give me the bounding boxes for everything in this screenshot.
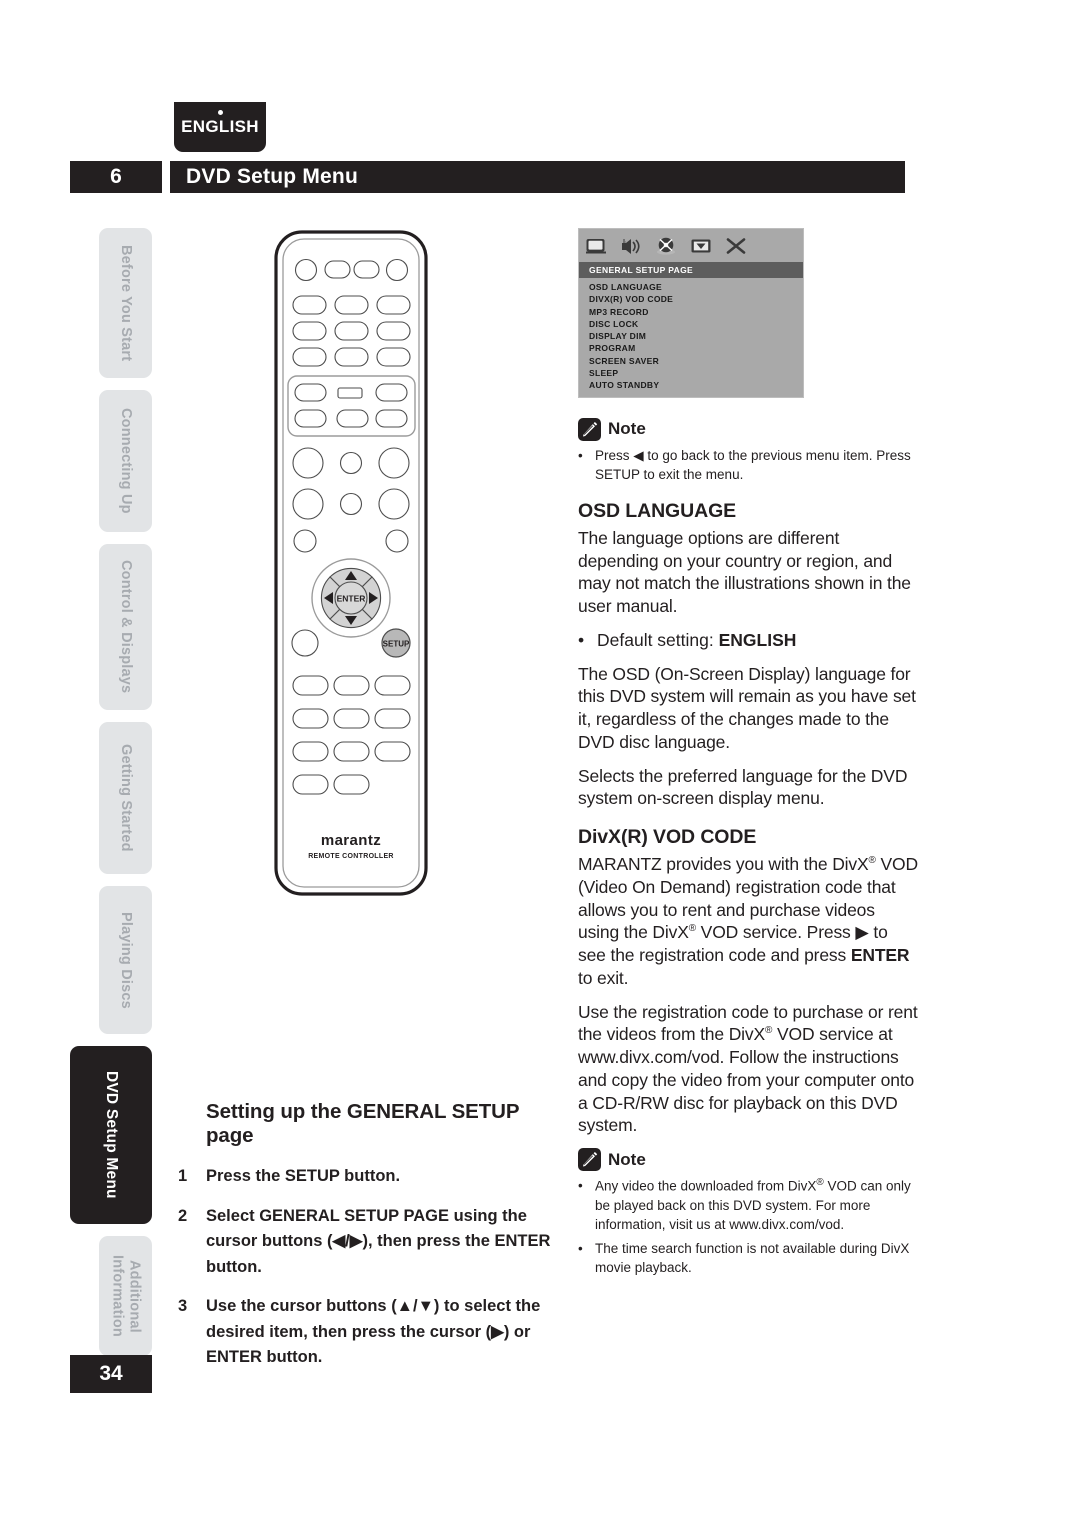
divx-vod-heading: DivX(R) VOD CODE	[578, 826, 757, 849]
note-block-top: Note • Press ◀ to go back to the previou…	[578, 417, 918, 484]
speaker-audio-icon	[620, 236, 642, 256]
osd-menu-item[interactable]: PROGRAM	[589, 342, 803, 354]
setup-section-heading: Setting up the GENERAL SETUP page	[206, 1100, 520, 1147]
chapter-header: 6 DVD Setup Menu	[70, 161, 905, 193]
svg-text:ENTER: ENTER	[337, 594, 366, 604]
osd-menu-list: OSD LANGUAGE DIVX(R) VOD CODE MP3 RECORD DI…	[579, 278, 803, 397]
note-bullet-text: Any video the downloaded from DivX® VOD …	[595, 1176, 918, 1234]
language-tab-dot	[217, 110, 223, 115]
setup-step-text: Select GENERAL SETUP PAGE using the curs…	[206, 1206, 551, 1276]
sidebar-item-label: Connecting Up	[118, 408, 135, 514]
preferences-icon	[690, 236, 712, 256]
osd-menu-item[interactable]: SCREEN SAVER	[589, 355, 803, 367]
remote-subtitle-label: REMOTE CONTROLLER	[308, 853, 394, 860]
registered-mark: ®	[688, 923, 696, 935]
bullet-dot: •	[578, 447, 583, 463]
note-block-bottom: Note • Any video the downloaded from Div…	[578, 1148, 918, 1277]
setup-step-number: 1	[178, 1167, 188, 1185]
sidebar-item-label: Additional Information	[109, 1255, 143, 1337]
osd-menu-item[interactable]: DISPLAY DIM	[589, 330, 803, 342]
osd-language-heading: OSD LANGUAGE	[578, 499, 737, 522]
default-setting-label: Default setting:	[597, 629, 714, 650]
divx-vod-paragraph-1: MARANTZ provides you with the DivX® VOD …	[578, 853, 918, 990]
note-bullet: • The time search function is not availa…	[578, 1239, 918, 1277]
osd-menu-item[interactable]: DISC LOCK	[589, 318, 803, 330]
language-tab-label: ENGLISH	[181, 117, 259, 136]
osd-language-paragraph-2: The OSD (On-Screen Display) language for…	[578, 663, 916, 752]
page-number: 34	[70, 1355, 152, 1393]
setup-step: 1 Press the SETUP button.	[178, 1164, 558, 1190]
right-column: GENERAL SETUP PAGE OSD LANGUAGE DIVX(R) V…	[578, 228, 918, 1294]
side-index-tabs: Before You Start Connecting Up Control & D…	[70, 228, 152, 1356]
setup-step: 3 Use the cursor buttons (▲/▼) to select …	[178, 1294, 558, 1371]
note-bullet-text: Press ◀ to go back to the previous menu …	[595, 447, 911, 482]
remote-control-illustration: ENTER SETUP marantz REMOTE CONTROLLER	[272, 228, 432, 898]
note-b1-a: Any video the downloaded from DivX	[595, 1178, 817, 1194]
sidebar-item-label: Before You Start	[118, 244, 135, 362]
osd-language-default-text: Default setting: ENGLISH	[597, 629, 796, 652]
remote-brand-label: marantz	[321, 832, 381, 849]
left-column: Setting up the GENERAL SETUP page 1 Press…	[178, 1100, 558, 1385]
divx-p1-enter: ENTER	[850, 945, 910, 966]
registered-mark: ®	[868, 855, 876, 867]
default-setting-value: ENGLISH	[718, 629, 797, 650]
registered-mark: ®	[816, 1177, 824, 1189]
divx-p1-e: to exit.	[578, 967, 629, 988]
sidebar-item-label: Getting Started	[118, 744, 135, 852]
sidebar-item-label: Playing Discs	[118, 911, 135, 1009]
setup-step-text: Use the cursor buttons (▲/▼) to select t…	[206, 1297, 541, 1367]
sidebar-item-getting-started[interactable]: Getting Started	[99, 722, 152, 874]
sidebar-item-label: Control & Displays	[118, 560, 135, 694]
setup-step-text: Press the SETUP button.	[206, 1167, 401, 1185]
note-bullet-text: The time search function is not availabl…	[595, 1241, 910, 1276]
osd-language-default-bullet: • Default setting: ENGLISH	[578, 629, 918, 652]
pencil-note-icon	[578, 1148, 601, 1172]
language-tab: ENGLISH	[174, 102, 266, 152]
note-bullet: • Any video the downloaded from DivX® VO…	[578, 1176, 918, 1234]
setup-step-number: 3	[178, 1297, 188, 1316]
note-label: Note	[608, 419, 646, 439]
sidebar-item-control-displays[interactable]: Control & Displays	[99, 544, 152, 710]
sidebar-item-connecting-up[interactable]: Connecting Up	[99, 390, 152, 532]
osd-menu-item[interactable]: AUTO STANDBY	[589, 379, 803, 391]
osd-page-title: GENERAL SETUP PAGE	[579, 262, 803, 278]
disc-video-icon	[655, 236, 677, 256]
divx-p1-a: MARANTZ provides you with the DivX	[578, 854, 869, 875]
chapter-number: 6	[70, 161, 162, 193]
bullet-dot: •	[578, 1241, 583, 1257]
osd-icon-bar	[579, 229, 803, 262]
sidebar-item-before-you-start[interactable]: Before You Start	[99, 228, 152, 378]
sidebar-item-playing-discs[interactable]: Playing Discs	[99, 886, 152, 1034]
bullet-dot: •	[578, 629, 585, 650]
sidebar-item-label: DVD Setup Menu	[103, 1071, 121, 1199]
divx-vod-paragraph-2: Use the registration code to purchase or…	[578, 1001, 918, 1138]
close-x-icon	[725, 236, 747, 256]
bullet-dot: •	[578, 1178, 583, 1194]
setup-step-number: 2	[178, 1206, 188, 1225]
tv-monitor-icon	[585, 236, 607, 256]
page-title: DVD Setup Menu	[170, 161, 905, 193]
note-bullet: • Press ◀ to go back to the previous men…	[578, 446, 918, 484]
osd-menu-item[interactable]: SLEEP	[589, 367, 803, 379]
osd-menu-item[interactable]: MP3 RECORD	[589, 306, 803, 318]
osd-screenshot: GENERAL SETUP PAGE OSD LANGUAGE DIVX(R) V…	[578, 228, 804, 398]
sidebar-item-dvd-setup-menu[interactable]: DVD Setup Menu	[70, 1046, 152, 1224]
note-header: Note	[578, 1148, 918, 1172]
setup-step: 2 Select GENERAL SETUP PAGE using the cur…	[178, 1204, 558, 1281]
setup-steps-list: 1 Press the SETUP button. 2 Select GENERAL …	[178, 1164, 558, 1371]
note-header: Note	[578, 417, 918, 441]
pencil-note-icon	[578, 417, 601, 441]
osd-language-paragraph-3: Selects the preferred language for the D…	[578, 765, 908, 809]
svg-text:SETUP: SETUP	[383, 640, 410, 649]
osd-menu-item[interactable]: OSD LANGUAGE	[589, 281, 803, 293]
osd-menu-item[interactable]: DIVX(R) VOD CODE	[589, 293, 803, 305]
sidebar-item-additional-information[interactable]: Additional Information	[99, 1236, 152, 1356]
note-label: Note	[608, 1149, 646, 1169]
osd-language-paragraph-1: The language options are different depen…	[578, 527, 911, 617]
